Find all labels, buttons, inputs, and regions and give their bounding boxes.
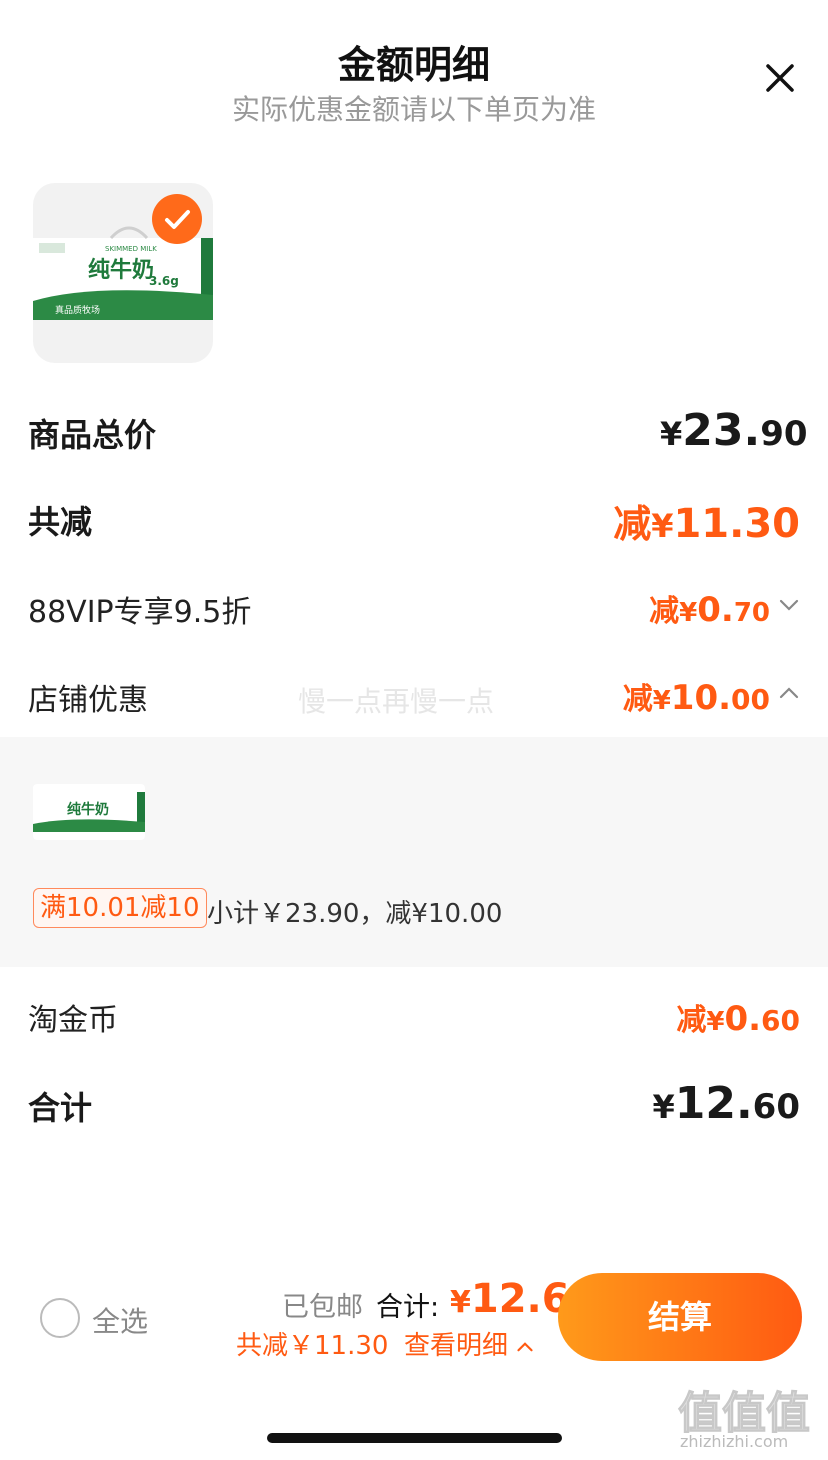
- chevron-up-icon: [517, 1341, 533, 1351]
- modal-title: 金额明细: [337, 43, 490, 87]
- footer-total-label: 合计:: [376, 1292, 440, 1323]
- svg-text:纯牛奶: 纯牛奶: [67, 801, 109, 818]
- select-all-radio[interactable]: [40, 1298, 80, 1338]
- view-detail-link[interactable]: 查看明细: [404, 1325, 534, 1362]
- svg-text:SKIMMED MILK: SKIMMED MILK: [105, 245, 157, 253]
- svg-text:3.6g: 3.6g: [149, 274, 179, 288]
- vip-discount-value[interactable]: 减¥0.70: [600, 586, 770, 630]
- promo-rule-tag: 满10.01减10: [33, 888, 207, 928]
- footer-total-value: ¥12.6: [450, 1276, 570, 1322]
- chevron-up-icon[interactable]: [778, 682, 800, 704]
- coin-discount-value: 减¥0.60: [676, 999, 800, 1039]
- checkout-button[interactable]: 结算: [558, 1273, 802, 1361]
- close-icon: [766, 64, 794, 92]
- svg-text:真品质牧场: 真品质牧场: [55, 304, 100, 316]
- select-all-label[interactable]: 全选: [92, 1300, 148, 1340]
- modal-subtitle: 实际优惠金额请以下单页为准: [231, 93, 596, 126]
- shop-subtotal-text: 小计￥23.90，减¥10.00: [207, 899, 503, 929]
- vip-discount-label: 88VIP专享9.5折: [28, 595, 252, 630]
- close-button[interactable]: [762, 60, 798, 96]
- total-reduce-value: 减¥11.30: [613, 501, 800, 547]
- sum-value: ¥12.60: [652, 1078, 800, 1129]
- home-indicator: [267, 1433, 562, 1443]
- shop-discount-detail-panel: [0, 737, 828, 967]
- shop-discount-value[interactable]: 减¥10.00: [600, 674, 770, 718]
- site-watermark-text: zhizhizhi.com: [680, 1432, 789, 1451]
- svg-text:纯牛奶: 纯牛奶: [88, 257, 154, 283]
- total-price-value: ¥23.90: [660, 405, 808, 456]
- sum-label: 合计: [28, 1089, 93, 1127]
- footer-reduce-text: 共减￥11.30: [236, 1331, 389, 1361]
- milk-carton-mini-image: 纯牛奶: [33, 792, 145, 832]
- selected-check-badge[interactable]: [152, 194, 202, 244]
- overlay-watermark-text: 慢一点再慢一点: [298, 685, 495, 718]
- total-reduce-label: 共减: [28, 503, 93, 541]
- check-icon: [165, 210, 190, 229]
- free-shipping-label: 已包邮: [282, 1292, 363, 1323]
- coin-discount-label: 淘金币: [28, 1003, 118, 1038]
- total-price-label: 商品总价: [28, 416, 157, 454]
- detail-product-image: 纯牛奶: [33, 784, 145, 840]
- shop-discount-label: 店铺优惠: [28, 683, 148, 718]
- chevron-down-icon[interactable]: [778, 594, 800, 616]
